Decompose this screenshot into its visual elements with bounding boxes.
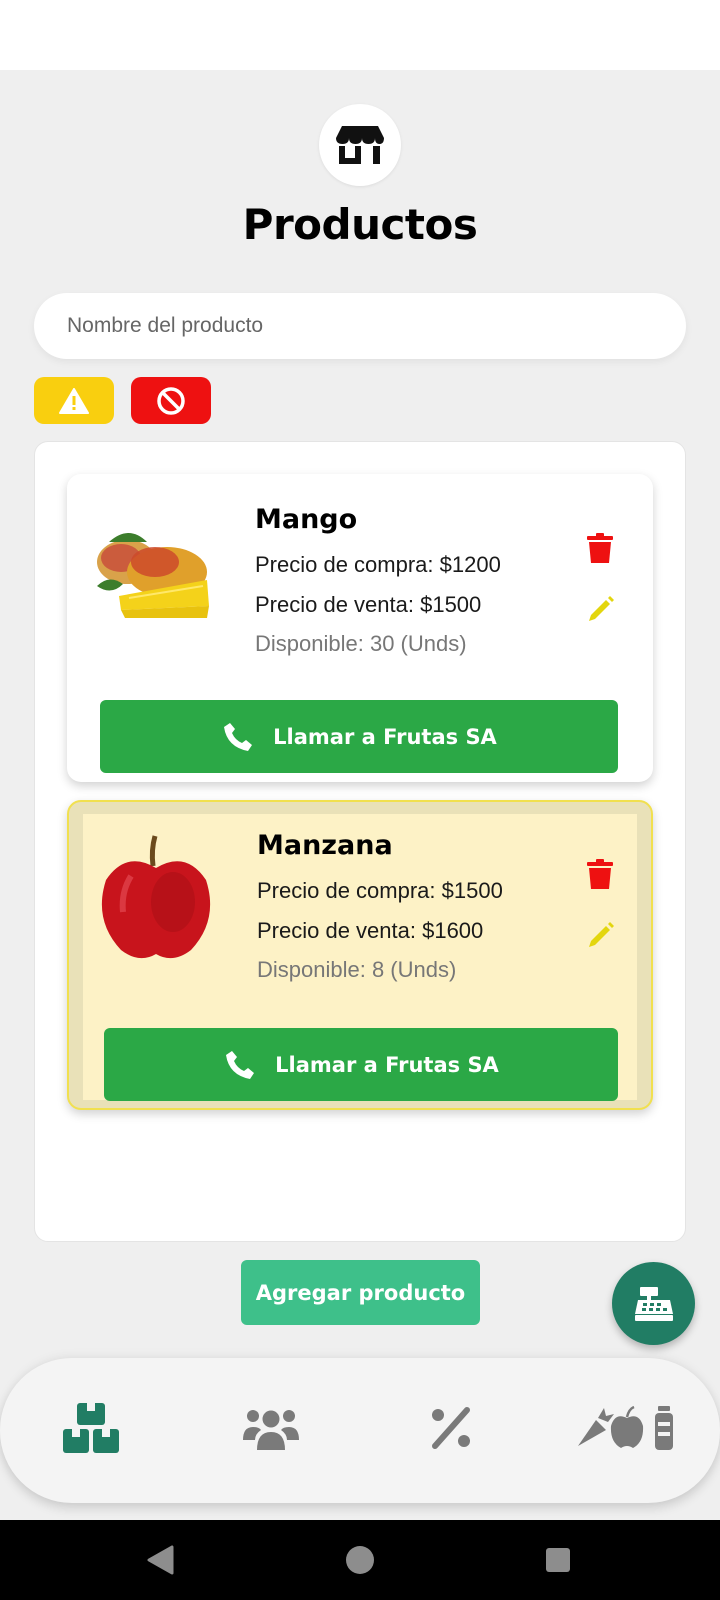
home-button[interactable]	[340, 1540, 380, 1580]
search-input[interactable]	[34, 293, 686, 359]
warning-icon	[59, 387, 89, 414]
bottom-nav	[0, 1358, 720, 1503]
trash-icon[interactable]	[587, 533, 613, 563]
sale-price: Precio de venta: $1500	[255, 592, 482, 617]
percent-icon	[432, 1407, 470, 1449]
boxes-icon	[63, 1403, 119, 1453]
purchase-price: Precio de compra: $1500	[257, 878, 503, 903]
purchase-price: Precio de compra: $1200	[255, 552, 501, 577]
warning-filter-button[interactable]	[34, 377, 114, 424]
search-bar[interactable]	[34, 293, 686, 359]
trash-icon[interactable]	[587, 859, 613, 889]
back-icon	[147, 1545, 174, 1575]
back-button[interactable]	[140, 1540, 180, 1580]
stock-available: Disponible: 30 (Unds)	[255, 631, 467, 656]
sale-price: Precio de venta: $1600	[257, 918, 484, 943]
call-supplier-button[interactable]: Llamar a Frutas SA	[104, 1028, 618, 1101]
product-card: Mango Precio de compra: $1200 Precio de …	[67, 474, 653, 782]
pencil-icon[interactable]	[587, 595, 615, 623]
cash-register-icon	[634, 1286, 673, 1321]
recents-button[interactable]	[538, 1540, 578, 1580]
system-nav-bar	[0, 1520, 720, 1600]
phone-icon	[224, 722, 253, 751]
mango-image	[97, 533, 209, 618]
users-icon	[243, 1410, 299, 1450]
home-icon	[346, 1546, 374, 1574]
product-name: Manzana	[257, 830, 393, 861]
call-supplier-button[interactable]: Llamar a Frutas SA	[100, 700, 618, 773]
groceries-icon	[578, 1406, 673, 1450]
cash-register-button[interactable]	[612, 1262, 695, 1345]
phone-icon	[226, 1050, 255, 1079]
nav-groceries[interactable]	[572, 1388, 682, 1468]
stock-available: Disponible: 8 (Unds)	[257, 957, 457, 982]
call-label: Llamar a Frutas SA	[275, 1052, 499, 1077]
recents-icon	[546, 1548, 570, 1572]
pencil-icon[interactable]	[587, 921, 615, 949]
nav-customers[interactable]	[236, 1388, 306, 1468]
nav-discounts[interactable]	[416, 1388, 486, 1468]
status-bar	[0, 0, 720, 70]
blocked-filter-button[interactable]	[131, 377, 211, 424]
product-card-low-stock: Manzana Precio de compra: $1500 Precio d…	[67, 800, 653, 1110]
blocked-icon	[157, 386, 185, 415]
store-badge	[319, 104, 401, 186]
nav-products[interactable]	[56, 1388, 126, 1468]
store-icon	[336, 126, 384, 164]
call-label: Llamar a Frutas SA	[273, 724, 497, 749]
product-name: Mango	[255, 504, 358, 535]
apple-image	[101, 835, 211, 959]
page-title: Productos	[242, 200, 478, 249]
add-product-button[interactable]: Agregar producto	[241, 1260, 480, 1325]
